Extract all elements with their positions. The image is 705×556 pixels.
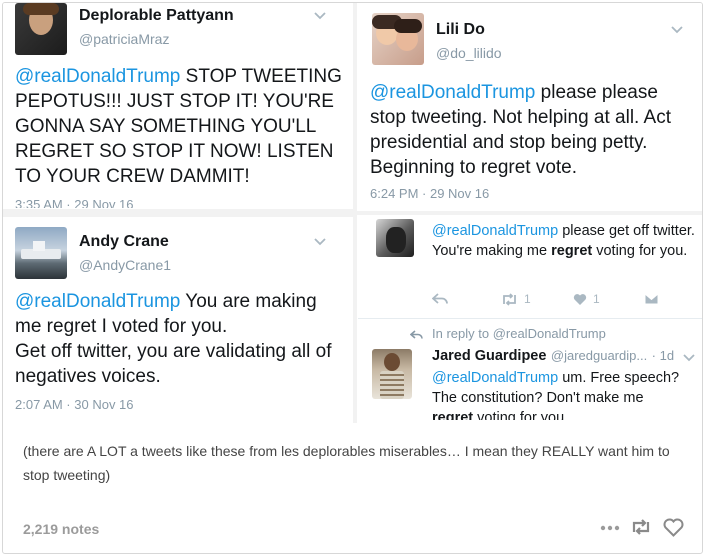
in-reply-to[interactable]: In reply to @realDonaldTrump: [432, 326, 606, 341]
reply-author-line: Jared Guardipee @jaredguardip... · 1d: [432, 347, 702, 365]
avatar-pattyann[interactable]: [15, 3, 67, 55]
thread-divider: [358, 318, 702, 319]
author-handle[interactable]: @patriciaMraz: [79, 31, 169, 47]
reply-time[interactable]: · 1d: [652, 348, 674, 363]
chevron-down-icon[interactable]: [313, 11, 327, 21]
jared-tweet-text: @realDonaldTrump um. Free speech? The co…: [432, 368, 702, 420]
tweet-timestamp[interactable]: 3:35 AM · 29 Nov 16: [15, 197, 134, 208]
reply-body-end: voting for you.: [592, 243, 688, 259]
reply-author-name[interactable]: Jared Guardipee: [432, 348, 546, 364]
chevron-down-icon[interactable]: [670, 25, 684, 35]
jared-body-end: voting for you: [473, 410, 565, 420]
tweet-card-reply-thread: @realDonaldTrump please get off twitter.…: [358, 215, 702, 420]
mention-link[interactable]: @realDonaldTrump: [432, 370, 558, 386]
avatar-jared[interactable]: [372, 349, 412, 399]
retweet-icon: [503, 292, 516, 306]
mention-link[interactable]: @realDonaldTrump: [370, 82, 535, 103]
like-action[interactable]: 1: [573, 292, 600, 306]
tweet-timestamp[interactable]: 2:07 AM · 30 Nov 16: [15, 397, 134, 412]
mention-link[interactable]: @realDonaldTrump: [15, 66, 180, 87]
chevron-down-icon[interactable]: [313, 237, 327, 247]
author-handle[interactable]: @do_lilido: [436, 45, 502, 61]
mention-link[interactable]: @realDonaldTrump: [15, 291, 180, 312]
post-caption: (there are A LOT a tweets like these fro…: [23, 443, 670, 483]
reply-arrow-icon: [410, 330, 423, 339]
jared-body-bold: regret: [432, 410, 474, 420]
tweet-text: @realDonaldTrump You are making me regre…: [15, 289, 347, 389]
reply-icon[interactable]: [432, 293, 448, 305]
author-name[interactable]: Deplorable Pattyann: [79, 7, 234, 25]
tweet-body-line2: Get off twitter, you are validating all …: [15, 341, 332, 387]
card-gutter-left: [3, 209, 353, 217]
author-name[interactable]: Andy Crane: [79, 233, 169, 251]
mention-link[interactable]: @realDonaldTrump: [432, 223, 558, 239]
tweet-card-pattyann: Deplorable Pattyann @patriciaMraz @realD…: [3, 3, 351, 208]
direct-message-icon[interactable]: [644, 293, 659, 305]
tweet-card-lili: Lili Do @do_lilido @realDonaldTrump plea…: [358, 3, 702, 211]
reblog-icon[interactable]: [631, 518, 651, 536]
tweet-text: @realDonaldTrump STOP TWEETING PEPOTUS!!…: [15, 64, 345, 189]
avatar-andy[interactable]: [15, 227, 67, 279]
reply-author-handle[interactable]: @jaredguardip...: [551, 348, 647, 363]
author-handle[interactable]: @AndyCrane1: [79, 257, 171, 273]
like-count: 1: [593, 292, 600, 306]
tweet-text: @realDonaldTrump please please stop twee…: [370, 80, 695, 180]
more-options-icon[interactable]: [600, 525, 620, 531]
reply-tweet-text: @realDonaldTrump please get off twitter.…: [432, 221, 700, 261]
avatar-reply-author[interactable]: [376, 219, 414, 257]
tumblr-post: Deplorable Pattyann @patriciaMraz @realD…: [2, 2, 703, 554]
heart-icon: [573, 293, 587, 305]
retweet-count: 1: [524, 292, 531, 306]
author-name[interactable]: Lili Do: [436, 21, 485, 39]
avatar-lili[interactable]: [372, 13, 424, 65]
card-gutter-right: [357, 211, 702, 215]
tweet-card-andy: Andy Crane @AndyCrane1 @realDonaldTrump …: [3, 217, 351, 422]
like-heart-icon[interactable]: [663, 518, 684, 537]
reply-body-bold: regret: [551, 243, 593, 259]
tweet-timestamp[interactable]: 6:24 PM · 29 Nov 16: [370, 186, 489, 201]
notes-count[interactable]: 2,219 notes: [23, 521, 99, 537]
chevron-down-icon[interactable]: [682, 353, 696, 363]
retweet-action[interactable]: 1: [501, 292, 531, 306]
